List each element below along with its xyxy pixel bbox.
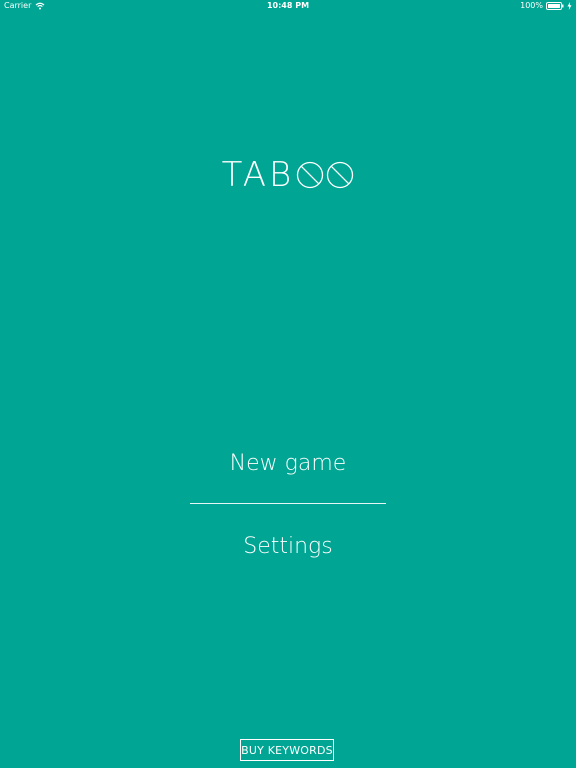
status-bar: Carrier 10:48 PM 100% — [0, 0, 576, 12]
no-symbol-o-icon — [326, 161, 354, 189]
settings-button[interactable]: Settings — [0, 531, 576, 563]
charging-icon — [567, 2, 572, 10]
main-screen: Carrier 10:48 PM 100% TAB New game Setti… — [0, 0, 576, 768]
battery-percent: 100% — [520, 1, 543, 10]
status-right: 100% — [520, 0, 572, 12]
buy-keywords-button[interactable]: BUY KEYWORDS — [240, 739, 334, 761]
app-title: TAB — [0, 155, 576, 195]
menu-divider — [190, 503, 386, 504]
status-time: 10:48 PM — [266, 1, 310, 10]
battery-icon — [546, 2, 564, 10]
new-game-button[interactable]: New game — [0, 448, 576, 480]
no-symbol-o-icon — [296, 161, 324, 189]
title-text: TAB — [221, 155, 295, 195]
